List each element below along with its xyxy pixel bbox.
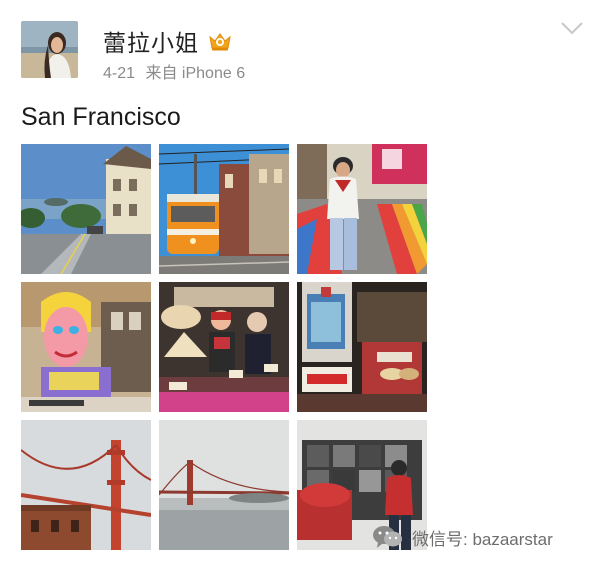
post-source[interactable]: 来自 iPhone 6 — [145, 65, 245, 82]
wechat-icon — [373, 526, 402, 548]
post-date: 4-21 — [103, 65, 136, 82]
chevron-down-icon[interactable] — [560, 18, 584, 38]
wechat-watermark: 微信号: bazaarstar — [372, 524, 553, 550]
watermark-text: 微信号: bazaarstar — [412, 529, 553, 549]
photo-golden-gate-fog[interactable] — [159, 420, 289, 550]
photo-shop-window[interactable] — [297, 282, 427, 412]
photo-cable-car[interactable] — [159, 144, 289, 274]
author-name[interactable]: 蕾拉小姐 — [103, 24, 199, 58]
post-text: San Francisco — [21, 103, 181, 131]
photo-pop-art[interactable] — [21, 282, 151, 412]
photo-golden-gate-fort[interactable] — [21, 420, 151, 550]
author-row: 蕾拉小姐 — [103, 24, 233, 58]
weibo-post-card: 蕾拉小姐 4-21 来自 iPhone 6 San Francisco 微信号:… — [0, 0, 600, 568]
photo-street-hill[interactable] — [21, 144, 151, 274]
photo-rainbow-crosswalk[interactable] — [297, 144, 427, 274]
avatar[interactable] — [21, 21, 78, 78]
vip-crown-icon — [209, 33, 231, 51]
post-meta: 4-21 来自 iPhone 6 — [103, 59, 251, 83]
photo-chinatown-shop[interactable] — [159, 282, 289, 412]
photo-grid — [21, 144, 427, 550]
